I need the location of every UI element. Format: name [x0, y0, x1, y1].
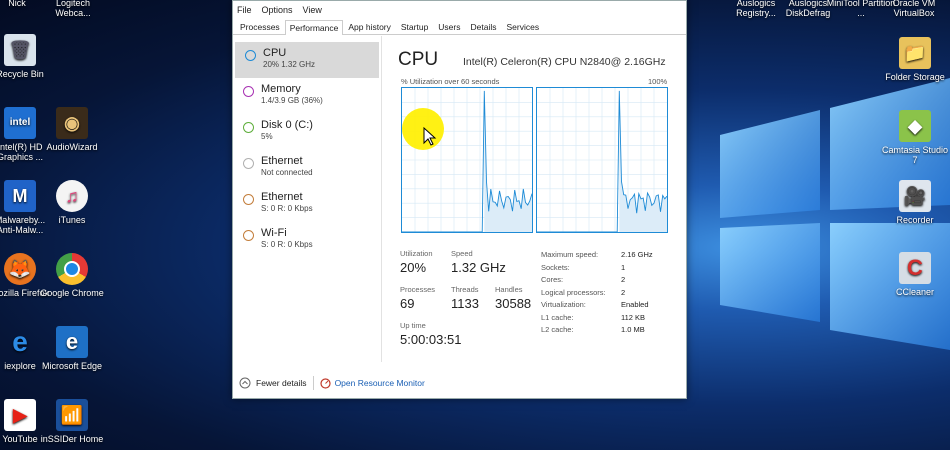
itunes-icon: ♫: [56, 180, 88, 212]
tab-bar: Processes Performance App history Startu…: [233, 18, 686, 35]
desktop-icon-chrome[interactable]: Google Chrome: [37, 253, 107, 298]
camtasia-icon: ◆: [899, 110, 931, 142]
wifi-indicator-icon: [243, 230, 254, 241]
stat-processes: Processes 69: [400, 285, 436, 311]
page-title: CPU: [398, 49, 439, 70]
internet-explorer-icon: e: [12, 326, 28, 357]
youtube-icon: ▶: [4, 399, 36, 431]
tab-performance[interactable]: Performance: [284, 20, 344, 35]
resource-item-memory[interactable]: Memory 1.4/3.9 GB (36%): [233, 78, 381, 114]
stat-uptime: Up time 5:00:03:51: [400, 321, 462, 347]
stat-handles: Handles 30588: [495, 285, 532, 311]
resource-item-disk[interactable]: Disk 0 (C:) 5%: [233, 114, 381, 150]
menu-options[interactable]: Options: [262, 5, 293, 15]
spec-row: Maximum speed: 2.16 GHz: [541, 250, 653, 259]
resource-list: CPU 20% 1.32 GHz Memory 1.4/3.9 GB (36%)…: [233, 36, 382, 362]
mouse-pointer-icon: [423, 127, 437, 146]
ethernet-indicator-icon: [243, 158, 254, 169]
menu-file[interactable]: File: [237, 5, 252, 15]
cpu-model: Intel(R) Celeron(R) CPU N2840@ 2.16GHz: [463, 56, 666, 68]
spec-row: Cores: 2: [541, 275, 626, 284]
desktop-icon-camtasia[interactable]: ◆ Camtasia Studio 7: [880, 110, 950, 165]
desktop-icon-ccleaner[interactable]: C CCleaner: [880, 252, 950, 297]
stat-speed: Speed 1.32 GHz: [451, 249, 506, 275]
desktop-icon-logitech[interactable]: Logitech Webca...: [38, 0, 108, 18]
cpu-specs: Maximum speed: 2.16 GHz Sockets: 1 Cores: 2…: [541, 249, 653, 337]
footer-bar: Fewer details Open Resource Monitor: [233, 369, 686, 397]
open-resource-monitor-link[interactable]: Open Resource Monitor: [319, 377, 425, 389]
inssider-icon: 📶: [56, 399, 88, 431]
resource-item-cpu[interactable]: CPU 20% 1.32 GHz: [235, 42, 379, 78]
malwarebytes-icon: M: [4, 180, 36, 212]
stat-utilization: Utilization 20%: [400, 249, 433, 275]
utilization-graph-max: 100%: [648, 77, 668, 86]
menu-bar: File Options View: [233, 1, 686, 18]
resource-item-ethernet-1[interactable]: Ethernet Not connected: [233, 150, 381, 186]
resource-monitor-icon: [319, 377, 331, 389]
tab-details[interactable]: Details: [466, 19, 502, 34]
firefox-icon: 🦊: [4, 253, 36, 285]
stat-threads: Threads 1133: [451, 285, 479, 311]
cpu-usage-area: [619, 90, 667, 232]
utilization-graph-label: % Utilization over 60 seconds: [401, 77, 500, 86]
intel-graphics-icon: intel: [4, 107, 36, 139]
tab-app-history[interactable]: App history: [343, 19, 396, 34]
desktop-icon-folder-storage[interactable]: 📁 Folder Storage: [880, 37, 950, 82]
footer-divider: [312, 376, 314, 390]
spec-row: L2 cache: 1.0 MB: [541, 325, 645, 334]
spec-row: Sockets: 1: [541, 262, 626, 272]
ccleaner-icon: C: [899, 252, 931, 284]
cpu-core-1-graph: [536, 87, 668, 233]
audiowizard-icon: ◉: [56, 107, 88, 139]
desktop-icon-itunes[interactable]: ♫ iTunes: [37, 180, 107, 225]
recycle-bin-icon: 🗑: [4, 34, 36, 66]
memory-indicator-icon: [243, 86, 254, 97]
disk-indicator-icon: [243, 122, 254, 133]
recorder-icon: 🎥: [899, 180, 931, 212]
tab-processes[interactable]: Processes: [235, 19, 285, 34]
desktop-icon-recycle-bin[interactable]: 🗑 Recycle Bin: [0, 34, 55, 79]
desktop-icon-edge[interactable]: e Microsoft Edge: [37, 326, 107, 371]
tab-users[interactable]: Users: [433, 19, 465, 34]
spec-row: L1 cache: 112 KB: [541, 312, 646, 322]
chevron-up-icon: [239, 377, 251, 389]
ethernet-indicator-icon: [243, 194, 254, 205]
cpu-usage-area: [484, 90, 532, 232]
spec-row: Logical processors: 2: [541, 287, 626, 297]
chrome-icon: [56, 253, 88, 285]
desktop-icon-audiowizard[interactable]: ◉ AudioWizard: [37, 107, 107, 152]
folder-icon: 📁: [899, 37, 931, 69]
fewer-details-button[interactable]: Fewer details: [239, 377, 307, 389]
desktop-icon-recorder[interactable]: 🎥 Recorder: [880, 180, 950, 225]
cpu-indicator-icon: [245, 50, 256, 61]
menu-view[interactable]: View: [303, 5, 322, 15]
task-manager-window: File Options View Processes Performance …: [232, 0, 687, 399]
resource-item-ethernet-2[interactable]: Ethernet S: 0 R: 0 Kbps: [233, 186, 381, 222]
desktop-icon-inssider[interactable]: 📶 inSSIDer Home: [37, 399, 107, 444]
tab-startup[interactable]: Startup: [396, 19, 433, 34]
resource-item-wifi[interactable]: Wi-Fi S: 0 R: 0 Kbps: [233, 222, 381, 258]
spec-row: Virtualization: Enabled: [541, 300, 649, 309]
tab-services[interactable]: Services: [501, 19, 544, 34]
desktop-icon-virtualbox[interactable]: Oracle VM VirtualBox: [879, 0, 949, 18]
edge-icon: e: [56, 326, 88, 358]
